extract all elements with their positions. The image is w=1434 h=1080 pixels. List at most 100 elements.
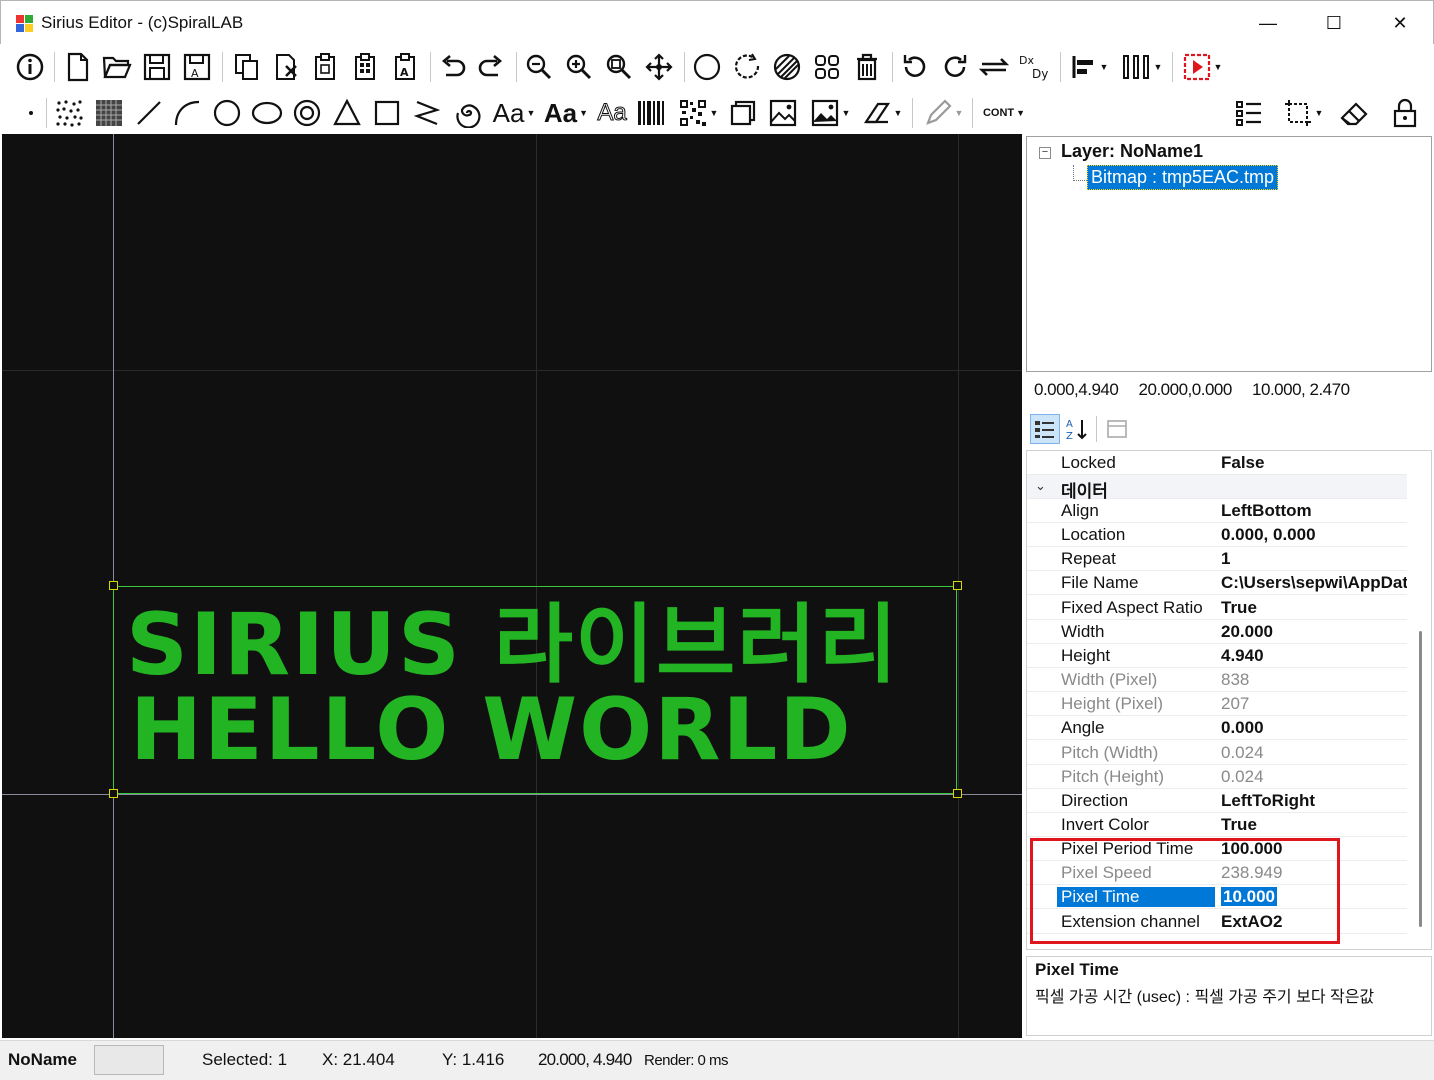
selection-handle-top-right[interactable]	[953, 581, 962, 590]
rectangle-tool-icon[interactable]	[370, 94, 404, 132]
drawing-canvas[interactable]: SIRIUS 라이브러리 HELLO WORLD	[2, 134, 1022, 1038]
circle-select-icon[interactable]	[690, 48, 724, 86]
zoom-fit-icon[interactable]	[602, 48, 636, 86]
property-row-angle[interactable]: Angle 0.000	[1027, 716, 1407, 741]
paste-text-icon[interactable]: A	[388, 48, 422, 86]
property-row-locked[interactable]: Locked False	[1027, 451, 1407, 475]
copy-icon[interactable]	[230, 48, 264, 86]
text-tool-dropdown[interactable]: Aa ▼	[490, 94, 538, 132]
property-value[interactable]: 20.000	[1221, 622, 1407, 642]
save-button[interactable]	[140, 48, 174, 86]
redo-icon[interactable]	[474, 48, 508, 86]
property-row-align[interactable]: Align LeftBottom	[1027, 499, 1407, 523]
pan-icon[interactable]	[642, 48, 676, 86]
group-icon[interactable]	[810, 48, 844, 86]
property-value[interactable]: C:\Users\sepwi\AppDat	[1221, 573, 1407, 593]
layer-tool-icon[interactable]	[726, 94, 760, 132]
property-row-repeat[interactable]: Repeat 1	[1027, 547, 1407, 572]
eraser-icon[interactable]	[1336, 94, 1372, 132]
trash-icon[interactable]	[850, 48, 884, 86]
tree-bitmap-node[interactable]: Bitmap : tmp5EAC.tmp	[1087, 165, 1279, 190]
property-pages-button[interactable]	[1102, 414, 1132, 444]
property-value[interactable]: LeftToRight	[1221, 791, 1407, 811]
selection-box[interactable]	[113, 586, 957, 794]
property-value[interactable]: True	[1221, 598, 1407, 618]
property-row-file-name[interactable]: File Name C:\Users\sepwi\AppDat	[1027, 571, 1407, 596]
open-folder-button[interactable]	[100, 48, 134, 86]
save-as-button[interactable]: A	[180, 48, 214, 86]
offset-dxdy-icon[interactable]: Dx Dy	[1016, 48, 1054, 86]
points-tool-icon[interactable]	[52, 94, 86, 132]
undo-icon[interactable]	[436, 48, 470, 86]
info-button[interactable]	[12, 48, 48, 86]
text-outline-tool[interactable]: Aa	[594, 94, 630, 132]
paste-icon[interactable]	[308, 48, 342, 86]
close-button[interactable]: ✕	[1367, 1, 1433, 45]
property-row-fixed-aspect-ratio[interactable]: Fixed Aspect Ratio True	[1027, 596, 1407, 620]
barcode-tool-icon[interactable]	[634, 94, 668, 132]
arc-tool-icon[interactable]	[170, 94, 204, 132]
property-row-location[interactable]: Location 0.000, 0.000	[1027, 523, 1407, 548]
point-tool-icon[interactable]	[18, 94, 44, 132]
property-row-width[interactable]: Width 20.000	[1027, 620, 1407, 644]
flip-icon[interactable]	[976, 48, 1012, 86]
property-grid-scrollbar[interactable]	[1419, 631, 1422, 927]
categorized-view-button[interactable]	[1030, 414, 1060, 444]
circle-tool-icon[interactable]	[210, 94, 244, 132]
property-value[interactable]: True	[1221, 815, 1407, 835]
marker-run-dropdown[interactable]: ▼	[1178, 48, 1226, 86]
triangle-tool-icon[interactable]	[330, 94, 364, 132]
transform-dropdown[interactable]: ▼	[1278, 94, 1328, 132]
entity-tree[interactable]: − Layer: NoName1 Bitmap : tmp5EAC.tmp	[1026, 136, 1432, 372]
selection-handle-bottom-right[interactable]	[953, 789, 962, 798]
rotate-ccw-icon[interactable]	[898, 48, 932, 86]
selection-handle-top-left[interactable]	[109, 581, 118, 590]
property-row-height-pixel[interactable]: Height (Pixel) 207	[1027, 692, 1407, 717]
ellipse-tool-icon[interactable]	[248, 94, 286, 132]
line-tool-icon[interactable]	[132, 94, 166, 132]
rotate-cw-icon[interactable]	[938, 48, 972, 86]
tree-layer-node[interactable]: Layer: NoName1	[1061, 141, 1203, 162]
sort-az-button[interactable]: AZ	[1062, 414, 1092, 444]
zoom-out-icon[interactable]	[522, 48, 556, 86]
spiral-tool-icon[interactable]	[450, 94, 484, 132]
collapse-icon[interactable]: −	[1039, 147, 1051, 159]
image-tool-dropdown[interactable]: ▼	[806, 94, 854, 132]
distribute-dropdown[interactable]: ▼	[1116, 48, 1166, 86]
paste-array-icon[interactable]	[348, 48, 382, 86]
property-category[interactable]: ⌄ 데이터	[1027, 475, 1407, 501]
raster-tool-icon[interactable]	[92, 94, 126, 132]
property-row-pitch-width[interactable]: Pitch (Width) 0.024	[1027, 741, 1407, 765]
qrcode-tool-dropdown[interactable]: ▼	[674, 94, 722, 132]
selection-handle-bottom-left[interactable]	[109, 789, 118, 798]
rotate-select-icon[interactable]	[730, 48, 764, 86]
property-value[interactable]: 1	[1221, 549, 1407, 569]
text-bold-tool-dropdown[interactable]: Aa ▼	[542, 94, 590, 132]
polyline-tool-icon[interactable]	[410, 94, 444, 132]
cont-dropdown[interactable]: CONT ▼	[978, 94, 1030, 132]
property-value[interactable]: 0.000	[1221, 718, 1407, 738]
lock-icon[interactable]	[1388, 94, 1422, 132]
zoom-in-icon[interactable]	[562, 48, 596, 86]
list-view-icon[interactable]	[1232, 94, 1266, 132]
new-file-button[interactable]	[62, 48, 94, 86]
property-row-width-pixel[interactable]: Width (Pixel) 838	[1027, 668, 1407, 693]
cut-icon[interactable]	[270, 48, 304, 86]
property-row-pitch-height[interactable]: Pitch (Height) 0.024	[1027, 765, 1407, 789]
minimize-button[interactable]: —	[1235, 1, 1301, 45]
property-row-height[interactable]: Height 4.940	[1027, 644, 1407, 668]
property-value[interactable]: 0.000, 0.000	[1221, 525, 1407, 545]
image-tool-icon[interactable]	[766, 94, 800, 132]
property-value[interactable]: 4.940	[1221, 646, 1407, 666]
pen-tool-dropdown[interactable]: ▼	[918, 94, 968, 132]
trepan-tool-icon[interactable]	[290, 94, 324, 132]
property-value[interactable]: LeftBottom	[1221, 501, 1407, 521]
property-row-direction[interactable]: Direction LeftToRight	[1027, 789, 1407, 813]
eraser-tool-dropdown[interactable]: ▼	[858, 94, 906, 132]
align-left-dropdown[interactable]: ▼	[1066, 48, 1112, 86]
property-row-invert-color[interactable]: Invert Color True	[1027, 813, 1407, 837]
chevron-down-icon[interactable]: ⌄	[1035, 478, 1046, 494]
hatch-icon[interactable]	[770, 48, 804, 86]
property-value[interactable]: False	[1221, 453, 1407, 473]
maximize-button[interactable]: ☐	[1301, 1, 1367, 45]
